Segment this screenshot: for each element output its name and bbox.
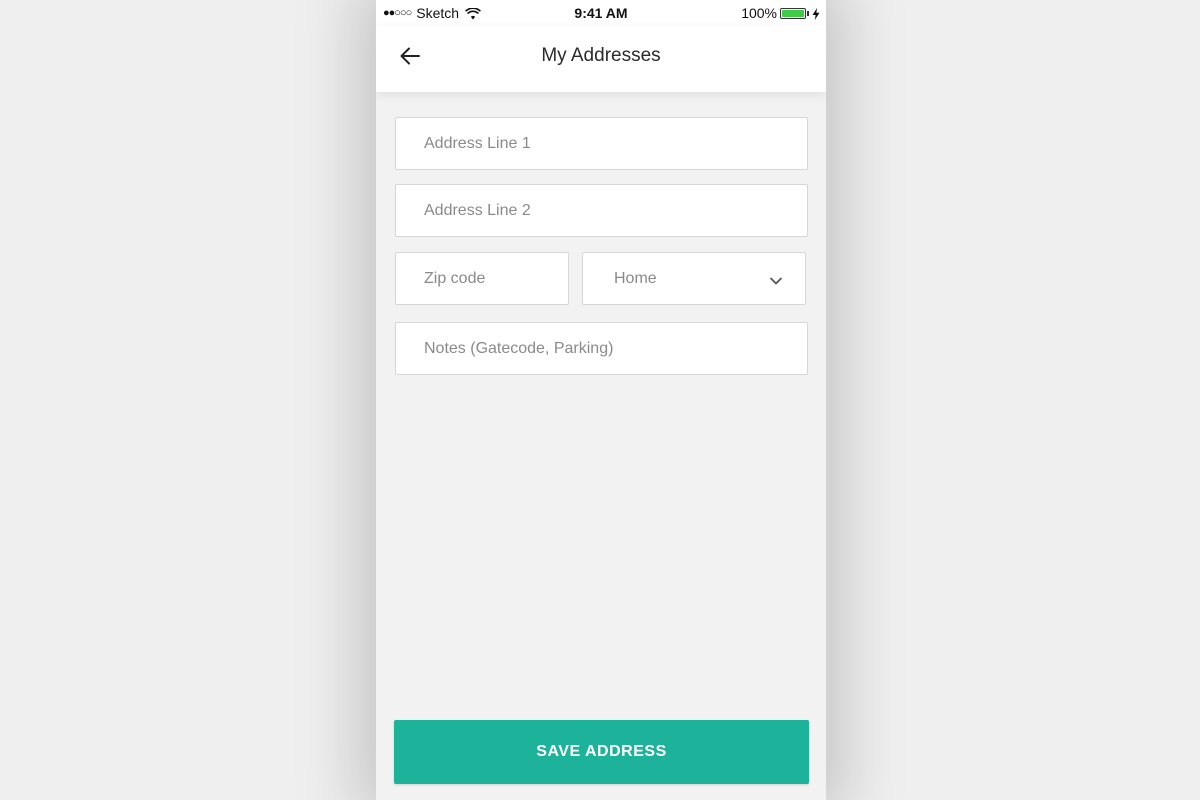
notes-input[interactable]: [396, 323, 807, 374]
address-type-select[interactable]: Home: [582, 252, 806, 305]
charging-bolt-icon: [812, 7, 820, 20]
address-line-1-field: [395, 117, 808, 170]
battery-fill: [782, 9, 804, 17]
zip-code-field: [395, 252, 569, 305]
nav-bar: My Addresses: [376, 26, 826, 92]
save-address-button[interactable]: SAVE ADDRESS: [394, 720, 809, 784]
address-type-value: Home: [614, 269, 657, 287]
page-title: My Addresses: [541, 45, 661, 66]
address-line-2-field: [395, 184, 808, 237]
phone-screen: ●●○○○ Sketch 9:41 AM 100% My Addresses A…: [376, 0, 826, 800]
battery-icon: [780, 7, 806, 19]
zip-code-input[interactable]: [396, 253, 568, 304]
status-bar: ●●○○○ Sketch 9:41 AM 100%: [376, 0, 826, 26]
notes-field: [395, 322, 808, 375]
status-right: 100%: [741, 5, 820, 21]
battery-percentage: 100%: [741, 5, 777, 21]
battery-tip: [807, 10, 809, 16]
address-line-2-input[interactable]: [396, 185, 807, 236]
address-line-1-input[interactable]: [396, 118, 807, 169]
chevron-down-icon: [769, 273, 783, 285]
